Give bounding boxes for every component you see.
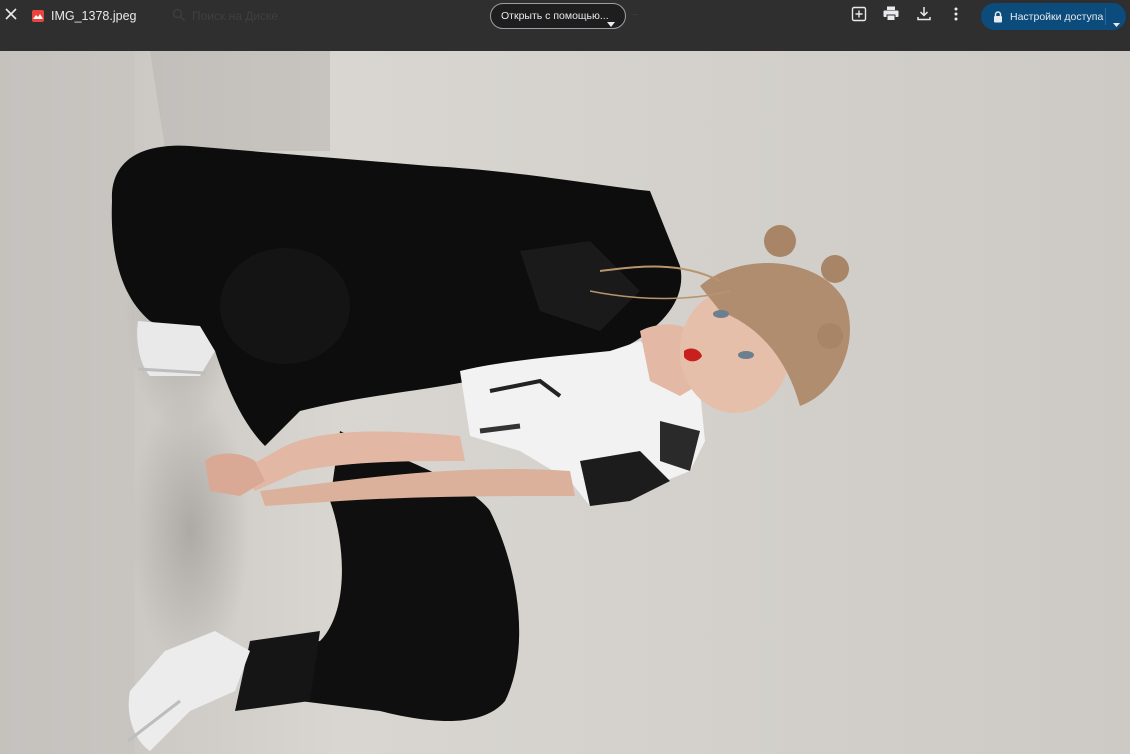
add-to-drive-icon (851, 6, 867, 27)
arrow-drop-down-icon[interactable] (1113, 14, 1120, 32)
download-icon (917, 6, 931, 26)
more-vert-icon (954, 7, 958, 26)
print-icon (883, 6, 899, 26)
open-with-button[interactable]: Открыть с помощью... (490, 3, 626, 29)
image-preview (0, 51, 1130, 754)
arrow-drop-down-icon (607, 14, 615, 32)
print-button[interactable] (881, 6, 901, 26)
more-options-button[interactable] (946, 6, 966, 26)
open-with-label: Открыть с помощью... (501, 10, 609, 22)
close-icon (5, 7, 17, 25)
toolbar-divider (632, 14, 638, 15)
file-name: IMG_1378.jpeg (51, 9, 137, 23)
download-button[interactable] (914, 6, 934, 26)
share-settings-label: Настройки доступа (1010, 11, 1104, 23)
share-divider (1105, 8, 1106, 25)
search-input[interactable] (192, 7, 332, 25)
viewer-toolbar: IMG_1378.jpeg Открыть с помощью... Н (0, 0, 1130, 51)
image-file-icon (32, 10, 44, 22)
search-icon[interactable] (172, 8, 186, 27)
add-shortcut-button[interactable] (849, 6, 869, 26)
lock-icon (993, 10, 1003, 28)
close-button[interactable] (1, 6, 21, 26)
share-settings-button[interactable]: Настройки доступа (981, 3, 1126, 30)
photo-illustration (0, 51, 1130, 754)
